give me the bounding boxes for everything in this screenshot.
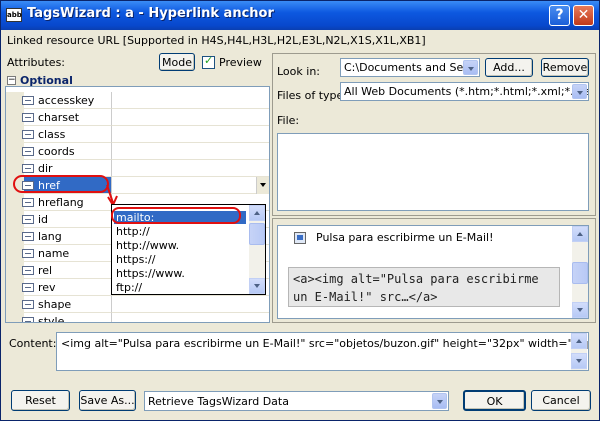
- remove-button[interactable]: Remove: [541, 58, 589, 77]
- attr-row-accesskey[interactable]: accesskey: [6, 92, 269, 109]
- attr-row-class[interactable]: class: [6, 126, 269, 143]
- attr-name: accesskey: [38, 94, 95, 107]
- attribute-icon: [22, 317, 34, 322]
- files-of-type-label: Files of type:: [277, 89, 348, 102]
- help-button[interactable]: ?: [549, 5, 570, 26]
- retrieve-value: Retrieve TagsWizard Data: [148, 395, 289, 408]
- attr-name: shape: [38, 298, 72, 311]
- attr-name: name: [38, 247, 70, 260]
- tagswizard-dialog: abb TagsWizard : a - Hyperlink anchor ? …: [0, 0, 600, 421]
- attr-name: id: [38, 213, 49, 226]
- collapse-toggle-icon[interactable]: −: [7, 76, 16, 85]
- scroll-up-icon[interactable]: [571, 333, 587, 349]
- attribute-icon: [22, 249, 34, 258]
- reset-button[interactable]: Reset: [11, 390, 70, 411]
- preview-image-alt-text: Pulsa para escribirme un E-Mail!: [316, 231, 494, 244]
- scroll-down-icon[interactable]: [572, 302, 588, 318]
- save-as-button[interactable]: Save As...: [79, 390, 136, 411]
- file-label: File:: [277, 114, 300, 127]
- attribute-icon: [22, 266, 34, 275]
- attribute-icon: [22, 147, 34, 156]
- href-highlight-ring: [13, 175, 109, 193]
- scroll-thumb[interactable]: [572, 262, 588, 284]
- preview-scrollbar[interactable]: [572, 226, 588, 318]
- attr-name: hreflang: [38, 196, 84, 209]
- attribute-icon: [22, 283, 34, 292]
- popup-item-http-www[interactable]: http://www.: [116, 239, 179, 253]
- content-scrollbar[interactable]: [571, 333, 587, 370]
- attribute-icon: [22, 164, 34, 173]
- href-dropdown-arrow-icon[interactable]: [256, 177, 269, 194]
- popup-item-ftp[interactable]: ftp://: [116, 281, 142, 294]
- popup-item-http[interactable]: http://: [116, 225, 150, 239]
- add-button[interactable]: Add...: [485, 58, 533, 77]
- attr-row-style[interactable]: style: [6, 313, 269, 323]
- close-button[interactable]: ✕: [573, 5, 594, 26]
- attr-row-coords[interactable]: coords: [6, 143, 269, 160]
- look-in-label: Look in:: [277, 65, 320, 78]
- files-of-type-value: All Web Documents (*.htm;*.html;*.xml;*.…: [344, 85, 589, 98]
- scroll-up-icon[interactable]: [249, 205, 265, 221]
- attr-name: style: [38, 315, 65, 323]
- attributes-label: Attributes:: [7, 56, 66, 69]
- window-title: TagsWizard : a - Hyperlink anchor: [27, 6, 274, 21]
- content-value: <img alt="Pulsa para escribirme un E-Mai…: [61, 337, 589, 350]
- attribute-icon: [22, 198, 34, 207]
- attribute-icon: [22, 232, 34, 241]
- scroll-up-icon[interactable]: [572, 226, 588, 242]
- scroll-down-icon[interactable]: [249, 278, 265, 294]
- popup-item-https-www[interactable]: https://www.: [116, 267, 185, 281]
- title-bar[interactable]: abb TagsWizard : a - Hyperlink anchor ? …: [1, 1, 599, 30]
- scroll-thumb[interactable]: [249, 223, 265, 245]
- chevron-down-icon[interactable]: [463, 60, 478, 75]
- attr-row-charset[interactable]: charset: [6, 109, 269, 126]
- chevron-down-icon[interactable]: [572, 84, 587, 99]
- attr-row-shape[interactable]: shape: [6, 296, 269, 313]
- retrieve-combo[interactable]: Retrieve TagsWizard Data: [144, 391, 449, 411]
- linked-resource-url: Linked resource URL [Supported in H4S,H4…: [7, 34, 426, 47]
- look-in-value: C:\Documents and Setti: [344, 61, 475, 74]
- look-in-combo[interactable]: C:\Documents and Setti: [340, 58, 480, 77]
- attr-name: coords: [38, 145, 75, 158]
- mode-button[interactable]: Mode: [159, 53, 195, 71]
- preview-checkbox[interactable]: [202, 54, 215, 69]
- content-label: Content:: [9, 337, 57, 350]
- attr-name: class: [38, 128, 66, 141]
- attr-name: rel: [38, 264, 53, 277]
- files-of-type-combo[interactable]: All Web Documents (*.htm;*.html;*.xml;*.…: [340, 82, 589, 101]
- broken-image-icon: [294, 232, 306, 244]
- preview-label: Preview: [219, 56, 262, 69]
- mailto-highlight-ring: [111, 207, 241, 224]
- attr-name: charset: [38, 111, 80, 124]
- attribute-icon: [22, 300, 34, 309]
- preview-area: Pulsa para escribirme un E-Mail! <a><img…: [277, 225, 589, 319]
- attribute-icon: [22, 130, 34, 139]
- attr-name: dir: [38, 162, 53, 175]
- preview-code-block: <a><img alt="Pulsa para escribirme un E-…: [288, 267, 560, 307]
- attribute-icon: [22, 96, 34, 105]
- scroll-down-icon[interactable]: [571, 353, 587, 369]
- attribute-icon: [22, 215, 34, 224]
- chevron-down-icon[interactable]: [432, 393, 447, 409]
- app-icon: abb: [6, 8, 22, 22]
- cancel-button[interactable]: Cancel: [531, 390, 591, 411]
- content-field[interactable]: <img alt="Pulsa para escribirme un E-Mai…: [56, 332, 589, 371]
- attr-name: lang: [38, 230, 62, 243]
- ok-button[interactable]: OK: [463, 390, 526, 411]
- attr-name: rev: [38, 281, 56, 294]
- popup-scrollbar[interactable]: [249, 205, 265, 294]
- popup-item-https[interactable]: https://: [116, 253, 155, 267]
- attribute-icon: [22, 113, 34, 122]
- file-list[interactable]: [277, 133, 589, 211]
